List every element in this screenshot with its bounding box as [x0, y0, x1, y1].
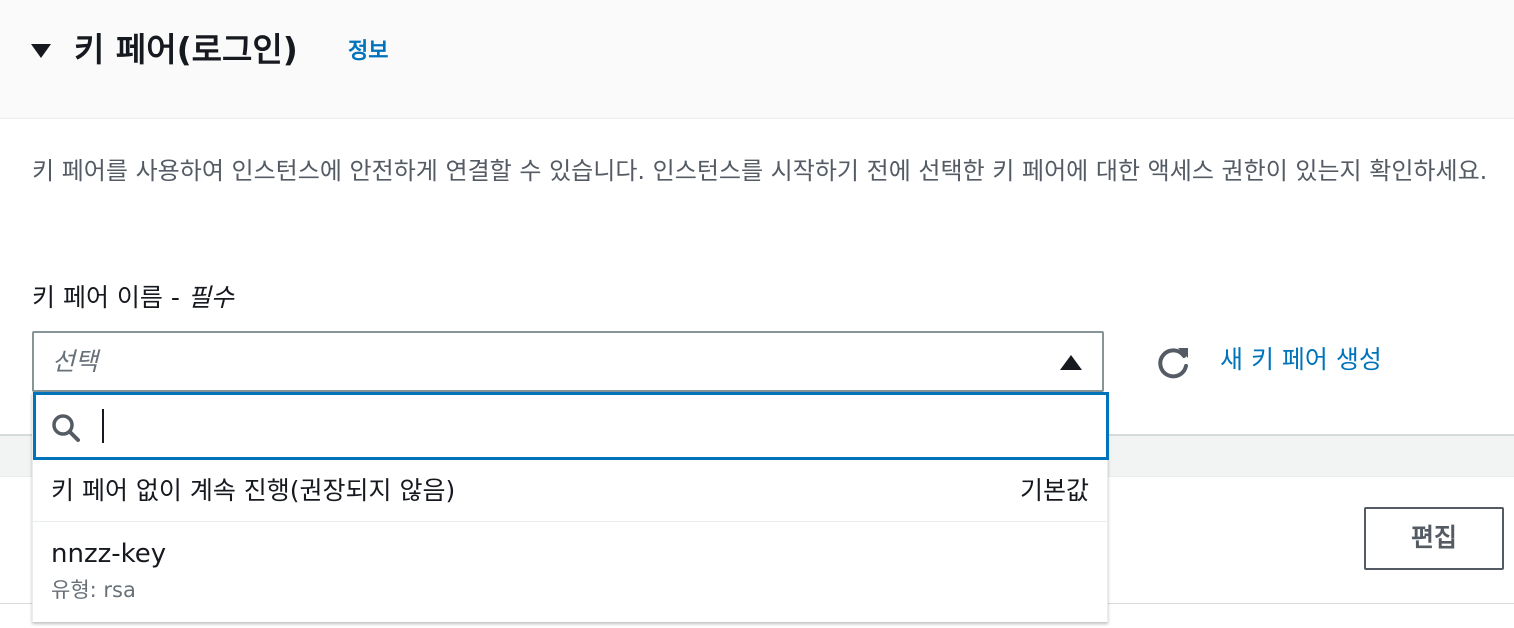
- page: 키 페어(로그인) 정보 키 페어를 사용하여 인스턴스에 안전하게 연결할 수…: [0, 0, 1514, 628]
- select-placeholder: 선택: [52, 347, 99, 376]
- search-input[interactable]: [33, 392, 1109, 460]
- required-label: 필수: [187, 283, 234, 312]
- text-cursor: [102, 409, 104, 443]
- caret-down-icon[interactable]: [31, 44, 51, 58]
- option-label: nnzz-key: [51, 539, 167, 569]
- option-default-tag: 기본값: [1019, 476, 1089, 505]
- option-label: 키 페어 없이 계속 진행(권장되지 않음): [51, 476, 456, 505]
- info-link[interactable]: 정보: [348, 37, 388, 67]
- option-sublabel: 유형: rsa: [51, 578, 136, 602]
- key-pair-select[interactable]: 선택: [32, 331, 1104, 392]
- create-key-pair-link[interactable]: 새 키 페어 생성: [1220, 341, 1382, 379]
- search-icon: [52, 414, 80, 442]
- key-pair-dropdown: 키 페어 없이 계속 진행(권장되지 않음) 기본값 nnzz-key 유형: …: [32, 392, 1109, 622]
- option-key-pair[interactable]: nnzz-key 유형: rsa: [33, 523, 1107, 622]
- edit-button[interactable]: 편집: [1364, 507, 1504, 570]
- section-description: 키 페어를 사용하여 인스턴스에 안전하게 연결할 수 있습니다. 인스턴스를 …: [32, 157, 1488, 185]
- field-label-text: 키 페어 이름 -: [32, 283, 188, 312]
- field-label: 키 페어 이름 - 필수: [32, 280, 234, 316]
- option-no-key-pair[interactable]: 키 페어 없이 계속 진행(권장되지 않음) 기본값: [33, 460, 1107, 522]
- refresh-icon[interactable]: [1154, 344, 1192, 382]
- caret-up-icon: [1060, 355, 1082, 370]
- section-header[interactable]: 키 페어(로그인) 정보: [0, 0, 1514, 119]
- section-title: 키 페어(로그인): [74, 30, 298, 69]
